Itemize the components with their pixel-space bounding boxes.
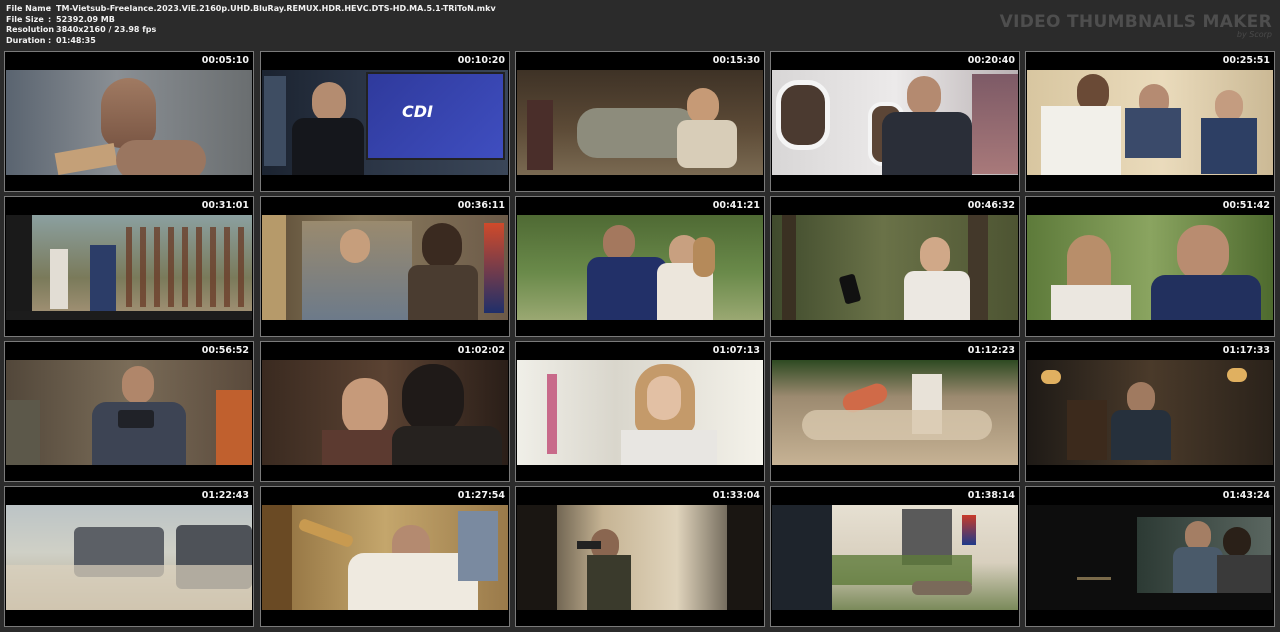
duration-value: 01:48:35 [56, 35, 96, 45]
thumbnail[interactable]: 00:36:11 [260, 196, 510, 337]
thumbnail[interactable]: 00:56:52 [4, 341, 254, 482]
frame-image [6, 215, 252, 320]
thumbnail[interactable]: 00:20:40 [770, 51, 1020, 192]
thumbnail[interactable]: 00:51:42 [1025, 196, 1275, 337]
thumbnail[interactable]: 00:41:21 [515, 196, 765, 337]
timestamp: 00:56:52 [201, 345, 249, 356]
resolution-row: Resolution : 3840x2160 / 23.98 fps [6, 25, 496, 36]
separator: : [48, 4, 52, 13]
file-name-row: File Name : TM-Vietsub-Freelance.2023.Vi… [6, 4, 496, 15]
thumbnail[interactable]: 01:12:23 [770, 341, 1020, 482]
timestamp: 00:05:10 [201, 55, 249, 66]
thumbnail[interactable]: 01:07:13 [515, 341, 765, 482]
frame-image [772, 505, 1018, 610]
timestamp: 01:07:13 [712, 345, 760, 356]
timestamp: 00:46:32 [967, 200, 1015, 211]
thumbnail[interactable]: 01:17:33 [1025, 341, 1275, 482]
file-size-row: File Size : 52392.09 MB [6, 15, 496, 26]
brand-title: VIDEO THUMBNAILS MAKER [999, 12, 1272, 32]
thumbnail[interactable]: 01:38:14 [770, 486, 1020, 627]
frame-image [772, 360, 1018, 465]
frame-image [517, 215, 763, 320]
frame-image [1027, 505, 1273, 610]
frame-image [517, 70, 763, 175]
frame-image [262, 215, 508, 320]
thumbnail[interactable]: 00:15:30 [515, 51, 765, 192]
timestamp: 01:02:02 [457, 345, 505, 356]
file-name-value: TM-Vietsub-Freelance.2023.ViE.2160p.UHD.… [56, 4, 496, 13]
thumbnail[interactable]: 01:33:04 [515, 486, 765, 627]
frame-image [517, 360, 763, 465]
thumbnail[interactable]: 00:05:10 [4, 51, 254, 192]
separator: : [48, 14, 52, 24]
frame-image [517, 505, 763, 610]
frame-image [6, 70, 252, 175]
resolution-value: 3840x2160 / 23.98 fps [56, 25, 157, 34]
timestamp: 00:20:40 [967, 55, 1015, 66]
timestamp: 01:33:04 [712, 490, 760, 501]
thumbnail[interactable]: 00:46:32 [770, 196, 1020, 337]
separator: : [48, 25, 52, 34]
timestamp: 01:27:54 [457, 490, 505, 501]
timestamp: 01:43:24 [1222, 490, 1270, 501]
frame-image [262, 505, 508, 610]
timestamp: 01:17:33 [1222, 345, 1270, 356]
timestamp: 00:15:30 [712, 55, 760, 66]
frame-image [1027, 70, 1273, 175]
thumbnail[interactable]: 01:02:02 [260, 341, 510, 482]
frame-image [262, 360, 508, 465]
timestamp: 00:31:01 [201, 200, 249, 211]
timestamp: 00:25:51 [1222, 55, 1270, 66]
thumbnail[interactable]: 01:43:24 [1025, 486, 1275, 627]
frame-image [1027, 215, 1273, 320]
timestamp: 01:22:43 [201, 490, 249, 501]
timestamp: 01:38:14 [967, 490, 1015, 501]
resolution-label: Resolution [6, 25, 55, 34]
duration-label: Duration [6, 35, 46, 45]
thumbnail[interactable]: 00:31:01 [4, 196, 254, 337]
file-name-label: File Name [6, 4, 52, 13]
thumbnail[interactable]: 00:10:20 CDI [260, 51, 510, 192]
frame-image: CDI [262, 70, 508, 175]
thumbnail[interactable]: 00:25:51 [1025, 51, 1275, 192]
separator: : [48, 35, 52, 45]
screen-logo: CDI [402, 102, 433, 121]
brand-watermark: VIDEO THUMBNAILS MAKER by Scorp [1000, 12, 1272, 39]
file-info: File Name : TM-Vietsub-Freelance.2023.Vi… [6, 4, 496, 46]
file-size-label: File Size [6, 14, 44, 24]
frame-image [6, 505, 252, 610]
timestamp: 00:51:42 [1222, 200, 1270, 211]
timestamp: 00:41:21 [712, 200, 760, 211]
timestamp: 00:36:11 [457, 200, 505, 211]
thumbnail[interactable]: 01:27:54 [260, 486, 510, 627]
frame-image [1027, 360, 1273, 465]
file-size-value: 52392.09 MB [56, 14, 115, 24]
timestamp: 00:10:20 [457, 55, 505, 66]
duration-row: Duration : 01:48:35 [6, 36, 496, 47]
timestamp: 01:12:23 [967, 345, 1015, 356]
thumbnail[interactable]: 01:22:43 [4, 486, 254, 627]
frame-image [772, 215, 1018, 320]
frame-image [772, 70, 1018, 175]
thumbnail-grid: 00:05:10 00:10:20 CDI 00:15:30 00:20:40 [4, 51, 1278, 629]
frame-image [6, 360, 252, 465]
